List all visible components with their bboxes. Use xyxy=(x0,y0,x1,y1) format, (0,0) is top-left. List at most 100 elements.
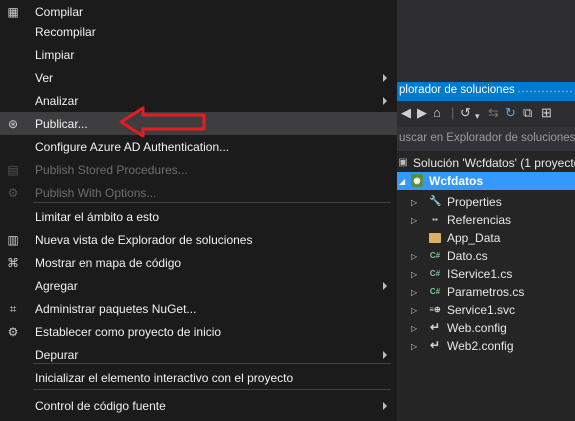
titlebar-grip xyxy=(517,90,573,93)
menu-item-label: Publicar... xyxy=(35,117,88,131)
nuget-icon: ⌗ xyxy=(9,302,17,316)
new-view-icon: ▥ xyxy=(7,233,19,247)
back-icon[interactable]: ◀ xyxy=(401,105,411,121)
submenu-arrow-icon xyxy=(383,97,387,105)
publish-icon: ⊛ xyxy=(7,117,19,131)
history-icon[interactable]: ↺ xyxy=(460,105,471,121)
tree-item[interactable]: ▷ ↵ Web2.config xyxy=(397,337,575,355)
stored-procedure-icon: ▤ xyxy=(7,163,19,177)
gear-icon: ⚙ xyxy=(7,325,19,339)
expand-arrow-icon[interactable]: ▷ xyxy=(411,342,417,351)
tree-item-label: Parametros.cs xyxy=(447,285,525,299)
project-label: Wcfdatos xyxy=(429,174,483,188)
build-icon: ▦ xyxy=(7,5,19,19)
show-all-files-icon[interactable]: ⊞ xyxy=(541,105,552,121)
menu-item-12[interactable]: Agregar xyxy=(0,274,397,297)
menu-item-label: Inicializar el elemento interactivo con … xyxy=(35,371,294,385)
expand-arrow-icon[interactable]: ▷ xyxy=(411,216,417,225)
menu-item-label: Limitar el ámbito a esto xyxy=(35,210,160,224)
tree-item-label: Web2.config xyxy=(447,339,514,353)
menu-item-label: Limpiar xyxy=(35,48,75,62)
project-node[interactable]: ◢ ◉ Wcfdatos xyxy=(397,172,575,190)
code-map-icon: ⌘ xyxy=(7,256,19,270)
menu-item-label: Publish With Options... xyxy=(35,186,157,200)
menu-separator xyxy=(33,363,391,364)
solution-explorer-toolbar: ◀ ▶ ⌂ | ↺ ▾ ⇆ ↻ ⧉ ⊞ xyxy=(397,101,575,127)
home-icon[interactable]: ⌂ xyxy=(433,105,441,121)
service-file-icon: ≡⊕ xyxy=(429,305,441,314)
expand-arrow-icon[interactable]: ▷ xyxy=(411,198,417,207)
collapse-all-icon[interactable]: ⧉ xyxy=(523,105,532,121)
menu-item-8[interactable]: ⚙ Publish With Options... xyxy=(0,181,397,204)
menu-item-17[interactable]: Control de código fuente xyxy=(0,394,397,417)
menu-item-label: Establecer como proyecto de inicio xyxy=(35,325,222,339)
submenu-arrow-icon xyxy=(383,402,387,410)
solution-node[interactable]: ▣ Solución 'Wcfdatos' (1 proyecto) xyxy=(397,154,575,172)
expand-arrow-icon[interactable]: ▷ xyxy=(411,306,417,315)
tree-item-label: Properties xyxy=(447,195,502,209)
menu-item-9[interactable]: Limitar el ámbito a esto xyxy=(0,205,397,228)
solution-explorer-titlebar[interactable]: plorador de soluciones xyxy=(397,82,575,101)
solution-label: Solución 'Wcfdatos' (1 proyecto) xyxy=(413,156,575,170)
csharp-file-icon: C# xyxy=(429,251,441,260)
menu-item-label: Control de código fuente xyxy=(35,399,166,413)
wrench-icon: 🔧 xyxy=(429,196,442,207)
solution-explorer-search[interactable]: uscar en Explorador de soluciones xyxy=(397,127,575,151)
submenu-arrow-icon xyxy=(383,282,387,290)
red-annotation-arrow-icon xyxy=(119,106,206,138)
menu-item-3[interactable]: Ver xyxy=(0,66,397,89)
expand-arrow-icon[interactable]: ▷ xyxy=(411,252,417,261)
expand-arrow-icon[interactable]: ▷ xyxy=(411,270,417,279)
csharp-file-icon: C# xyxy=(429,287,441,296)
forward-icon[interactable]: ▶ xyxy=(417,105,427,121)
tree-item-label: App_Data xyxy=(447,231,501,245)
expand-arrow-icon[interactable]: ▷ xyxy=(411,288,417,297)
menu-separator xyxy=(33,202,391,203)
menu-item-label: Administrar paquetes NuGet... xyxy=(35,302,197,316)
search-input[interactable]: uscar en Explorador de soluciones xyxy=(399,132,575,144)
sync-icon[interactable]: ⇆ xyxy=(488,105,499,121)
folder-icon xyxy=(429,233,441,243)
menu-item-7[interactable]: ▤ Publish Stored Procedures... xyxy=(0,158,397,181)
tree-item-label: IService1.cs xyxy=(447,267,513,281)
menu-item-1[interactable]: Recompilar xyxy=(0,20,397,43)
editor-background xyxy=(397,0,575,82)
tree-item-label: Web.config xyxy=(447,321,507,335)
menu-item-label: Compilar xyxy=(35,5,84,19)
history-dropdown-icon[interactable]: ▾ xyxy=(475,108,480,124)
menu-item-16[interactable]: Inicializar el elemento interactivo con … xyxy=(0,366,397,389)
csharp-file-icon: C# xyxy=(429,269,441,278)
solution-explorer-tree: ▣ Solución 'Wcfdatos' (1 proyecto) ◢ ◉ W… xyxy=(397,151,575,421)
web-project-icon: ◉ xyxy=(411,174,423,187)
expand-arrow-icon[interactable]: ▷ xyxy=(411,324,417,333)
tree-item[interactable]: ▷ ≡⊕ Service1.svc xyxy=(397,301,575,319)
toolbar-divider: | xyxy=(451,105,455,120)
submenu-arrow-icon xyxy=(383,351,387,359)
menu-item-13[interactable]: ⌗ Administrar paquetes NuGet... xyxy=(0,297,397,320)
menu-item-11[interactable]: ⌘ Mostrar en mapa de código xyxy=(0,251,397,274)
config-file-icon: ↵ xyxy=(429,338,441,352)
tree-item[interactable]: ▷ ↵ Web.config xyxy=(397,319,575,337)
tree-item[interactable]: ▷ C# Parametros.cs xyxy=(397,283,575,301)
tree-item[interactable]: ▷ C# Dato.cs xyxy=(397,247,575,265)
menu-item-label: Depurar xyxy=(35,348,79,362)
menu-item-label: Ver xyxy=(35,71,54,85)
menu-item-label: Configure Azure AD Authentication... xyxy=(35,140,230,154)
tree-item[interactable]: ▷ 🔧 Properties xyxy=(397,193,575,211)
tree-item[interactable]: ▷ C# IService1.cs xyxy=(397,265,575,283)
tree-item[interactable]: App_Data xyxy=(397,229,575,247)
menu-item-label: Recompilar xyxy=(35,25,96,39)
references-icon: ▪▪ xyxy=(432,215,438,224)
menu-item-10[interactable]: ▥ Nueva vista de Explorador de soluciones xyxy=(0,228,397,251)
solution-icon: ▣ xyxy=(398,157,408,168)
tree-item[interactable]: ▷ ▪▪ Referencias xyxy=(397,211,575,229)
tree-item-label: Dato.cs xyxy=(447,249,488,263)
menu-item-label: Agregar xyxy=(35,279,78,293)
refresh-icon[interactable]: ↻ xyxy=(505,105,516,121)
menu-item-2[interactable]: Limpiar xyxy=(0,43,397,66)
menu-item-14[interactable]: ⚙ Establecer como proyecto de inicio xyxy=(0,320,397,343)
config-file-icon: ↵ xyxy=(429,320,441,334)
context-menu: ▦ Compilar Recompilar Limpiar Ver Analizar ⊛ Pu… xyxy=(0,0,397,421)
menu-separator xyxy=(33,389,391,390)
collapse-arrow-icon[interactable]: ◢ xyxy=(399,177,405,186)
